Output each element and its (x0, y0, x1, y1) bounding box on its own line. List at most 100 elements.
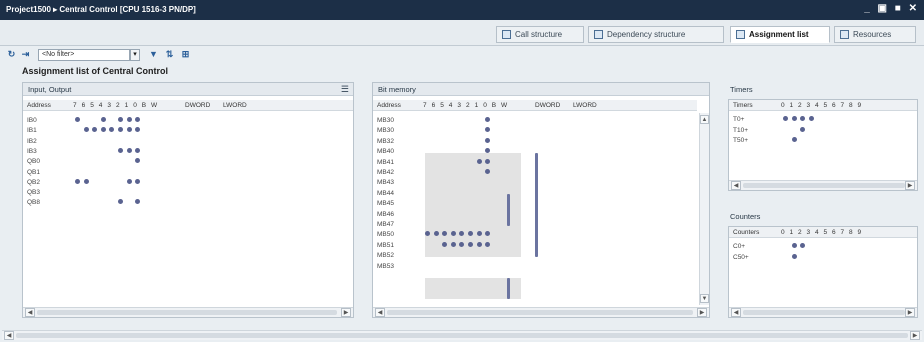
assignment-dot (118, 127, 123, 133)
restore-button[interactable]: ▣ (878, 3, 888, 14)
io-horizontal-scrollbar[interactable]: ◀ ▶ (23, 307, 353, 317)
column-header: 9 (857, 229, 862, 236)
scroll-left-icon[interactable]: ◀ (731, 308, 741, 317)
scroll-thumb[interactable] (743, 183, 905, 188)
chevron-down-icon[interactable]: ▾ (130, 49, 140, 61)
address-label: MB44 (377, 189, 394, 197)
tab-label: Call structure (515, 30, 563, 39)
tab-call-structure[interactable]: Call structure (496, 26, 584, 43)
assign-icon[interactable]: ⇥ (20, 49, 31, 60)
assignment-dot (126, 127, 132, 133)
scroll-down-icon[interactable]: ▼ (700, 294, 709, 303)
scroll-thumb[interactable] (387, 310, 693, 315)
assignment-dot (485, 117, 491, 122)
address-label: QB8 (27, 199, 41, 207)
address-label: MB32 (377, 137, 394, 145)
scroll-thumb[interactable] (743, 310, 905, 315)
column-header: 3 (107, 102, 112, 109)
column-header: 8 (849, 229, 853, 236)
maximize-button[interactable]: ■ (895, 3, 902, 14)
io-column-headers: Address 7 6 5 4 3 2 1 0 B W DWORD LWORD (23, 100, 353, 111)
main-horizontal-scrollbar[interactable]: ◀ ▶ (2, 330, 922, 340)
timers-horizontal-scrollbar[interactable]: ◀ ▶ (729, 180, 917, 190)
table-row[interactable]: T0+ (729, 114, 917, 124)
scroll-up-icon[interactable]: ▲ (700, 115, 709, 124)
menu-icon[interactable]: ☰ (341, 84, 349, 95)
column-header: Address (377, 102, 401, 109)
column-header: 5 (823, 229, 828, 236)
table-row[interactable]: IB3 (23, 146, 343, 156)
assignment-dot (791, 243, 797, 248)
scroll-left-icon[interactable]: ◀ (4, 331, 14, 340)
table-row[interactable]: QB8 (23, 197, 343, 207)
counters-horizontal-scrollbar[interactable]: ◀ ▶ (729, 307, 917, 317)
address-label: T10+ (733, 126, 748, 134)
table-row[interactable]: MB32 (373, 136, 697, 146)
tab-resources[interactable]: Resources (834, 26, 916, 43)
scroll-right-icon[interactable]: ▶ (910, 331, 920, 340)
table-row[interactable]: C50+ (729, 252, 917, 262)
table-row[interactable]: T50+ (729, 135, 917, 145)
column-header: 0 (133, 102, 137, 109)
table-row[interactable]: IB1 (23, 125, 343, 135)
cross-reference-icon[interactable]: ⇅ (164, 49, 175, 60)
refresh-icon[interactable]: ↻ (6, 49, 17, 60)
tab-assignment-list[interactable]: Assignment list (730, 26, 830, 43)
counters-panel: Counters 0 1 2 3 4 5 6 7 8 9 C0+ C50+ ◀ ▶ (728, 226, 918, 318)
table-row[interactable]: IB0 (23, 115, 343, 125)
column-header: W (501, 102, 508, 109)
address-label: MB51 (377, 241, 394, 249)
bit-memory-horizontal-scrollbar[interactable]: ◀ ▶ (373, 307, 709, 317)
word-usage-bar (507, 194, 510, 226)
assignment-dot (118, 147, 123, 153)
scroll-right-icon[interactable]: ▶ (905, 181, 915, 190)
scroll-left-icon[interactable]: ◀ (25, 308, 35, 317)
scroll-left-icon[interactable]: ◀ (731, 181, 741, 190)
close-button[interactable]: ✕ (909, 3, 918, 14)
table-row[interactable]: MB30 (373, 125, 697, 135)
tab-label: Assignment list (749, 30, 809, 39)
filter-select[interactable]: <No filter> (38, 49, 130, 61)
timers-panel: Timers 0 1 2 3 4 5 6 7 8 9 T0+ T10+ T50+ ◀ ▶ (728, 99, 918, 191)
counters-column-headers: Counters 0 1 2 3 4 5 6 7 8 9 (729, 227, 917, 238)
filter-icon[interactable]: ▼ (148, 49, 159, 60)
page-title: Assignment list of Central Control (22, 66, 169, 76)
table-row[interactable]: T10+ (729, 125, 917, 135)
table-row[interactable]: MB30 (373, 115, 697, 125)
column-header: LWORD (223, 102, 247, 109)
column-header: Timers (733, 102, 753, 109)
table-row[interactable]: QB2 (23, 177, 343, 187)
column-header: 4 (448, 102, 453, 109)
table-row[interactable]: QB3 (23, 187, 343, 197)
address-label: QB1 (27, 168, 41, 176)
address-label: IB3 (27, 147, 37, 155)
assignment-dot (100, 117, 106, 122)
bit-memory-vertical-scrollbar[interactable]: ▲ ▼ (699, 113, 709, 305)
scroll-left-icon[interactable]: ◀ (375, 308, 385, 317)
column-header: 3 (806, 229, 811, 236)
column-header: 1 (789, 229, 794, 236)
tab-dependency-structure[interactable]: Dependency structure (588, 26, 724, 43)
scroll-right-icon[interactable]: ▶ (697, 308, 707, 317)
column-header: 0 (781, 102, 785, 109)
address-label: MB52 (377, 252, 394, 260)
overlap-icon[interactable]: ⊞ (180, 49, 191, 60)
scroll-thumb[interactable] (37, 310, 337, 315)
table-row[interactable]: C0+ (729, 241, 917, 251)
minimize-button[interactable]: _ (864, 3, 871, 14)
assignment-dot (476, 231, 482, 237)
table-row[interactable]: QB0 (23, 156, 343, 166)
scroll-right-icon[interactable]: ▶ (905, 308, 915, 317)
table-row[interactable]: QB1 (23, 167, 343, 177)
table-row[interactable]: MB53 (373, 261, 697, 271)
assignment-dot (118, 117, 123, 122)
column-header: DWORD (535, 102, 561, 109)
scroll-right-icon[interactable]: ▶ (341, 308, 351, 317)
assignment-dot (450, 241, 456, 247)
table-row[interactable]: IB2 (23, 136, 343, 146)
window-controls: _ ▣ ■ ✕ (861, 3, 918, 14)
word-usage-bar (535, 153, 538, 257)
address-label: MB42 (377, 169, 394, 176)
assignment-dot (485, 148, 491, 154)
scroll-thumb[interactable] (16, 333, 908, 338)
